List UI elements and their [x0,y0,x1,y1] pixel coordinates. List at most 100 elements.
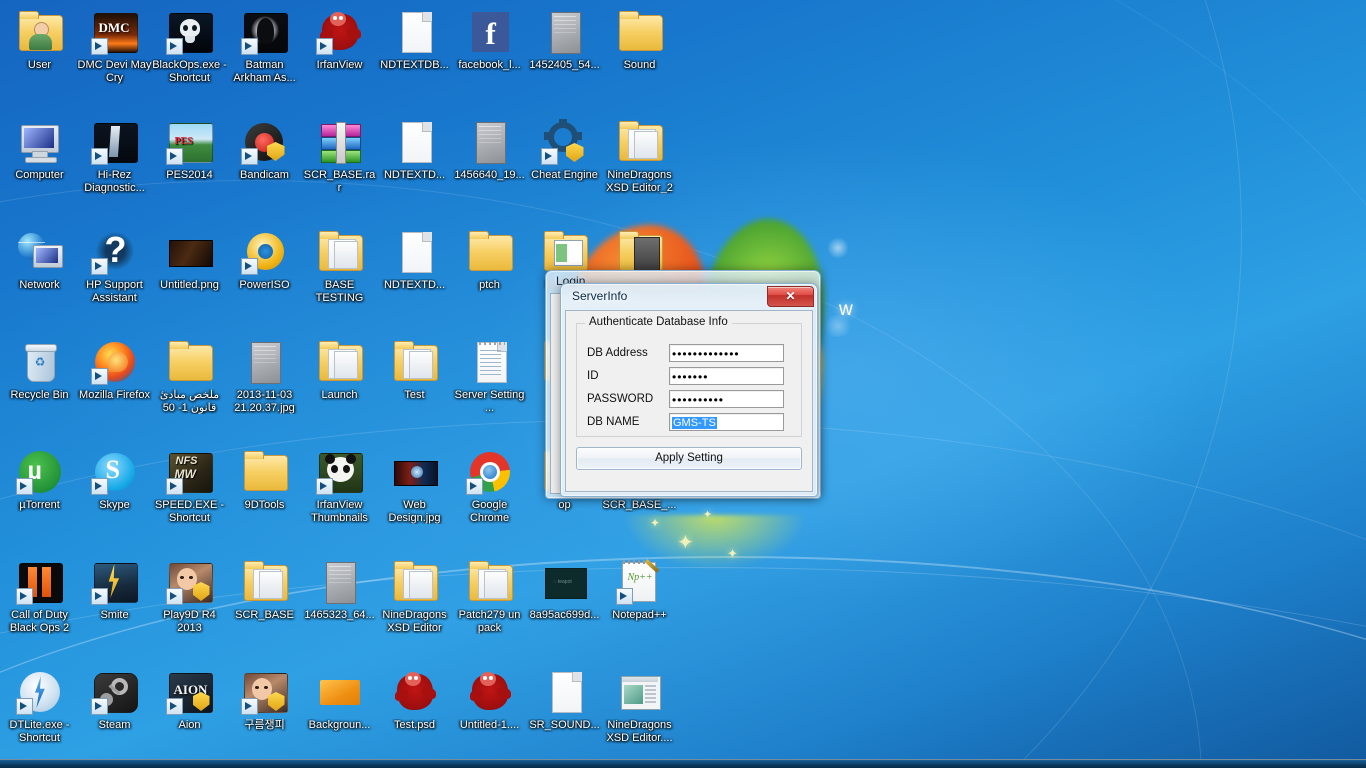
folder-open-icon [241,558,289,606]
desktop-icon[interactable]: PowerISO [227,228,302,292]
db-address-label: DB Address [587,347,648,359]
desktop-icon[interactable]: Untitled-1.... [452,668,527,732]
desktop-icon[interactable]: Cheat Engine [527,118,602,182]
desktop-icon[interactable]: Batman Arkham As... [227,8,302,84]
desktop-icon-label: Test [404,389,425,401]
desktop-icon[interactable]: Test [377,338,452,402]
desktop-icon[interactable]: 1452405_54... [527,8,602,72]
desktop-icon-label: Recycle Bin [10,389,69,401]
desktop-icon[interactable]: Steam [77,668,152,732]
desktop-icon[interactable]: Backgroun... [302,668,377,732]
close-icon[interactable]: ✕ [767,286,814,307]
desktop-icon[interactable]: 2013-11-03 21.20.37.jpg [227,338,302,414]
desktop-icon-label: BlackOps.exe - Shortcut [152,59,227,84]
desktop-icon[interactable]: ملخص مبادئ قانون 1- 50 [152,338,227,414]
desktop-icon[interactable]: Untitled.png [152,228,227,292]
desktop-icon[interactable]: Test.psd [377,668,452,732]
field-row-password: PASSWORD •••••••••• [577,390,801,411]
password-input[interactable]: •••••••••• [669,390,784,408]
desktop-icon[interactable]: Bandicam [227,118,302,182]
desktop-icon[interactable]: Play9D R4 2013 [152,558,227,634]
serverinfo-titlebar[interactable]: ServerInfo ✕ [561,284,817,310]
desktop-icon-label: BASE TESTING [315,279,364,304]
winrar-archive-icon [316,118,364,166]
desktop-icon[interactable]: BlackOps.exe - Shortcut [152,8,227,84]
desktop-icon[interactable]: BASE TESTING [302,228,377,304]
desktop-icon[interactable]: 1456640_19... [452,118,527,182]
folder-icon [466,228,514,276]
desktop-icon[interactable]: Web Design.jpg [377,448,452,524]
desktop-icon[interactable]: User [2,8,77,72]
desktop-icon[interactable]: DTLite.exe - Shortcut [2,668,77,744]
desktop-icon[interactable]: Network [2,228,77,292]
desktop-icon[interactable]: Server Setting ... [452,338,527,414]
hp-support-question-icon: ? [90,228,139,276]
desktop-icon[interactable]: NFS MW SPEED.EXE - Shortcut [152,448,227,524]
desktop-icon[interactable]: IrfanView [302,8,377,72]
shortcut-overlay-icon [90,148,108,165]
serverinfo-dialog[interactable]: ServerInfo ✕ Authenticate Database Info … [560,283,818,497]
authenticate-database-info-group: Authenticate Database Info DB Address ••… [576,316,802,437]
desktop-icon-label: SCR_BASE_... [602,499,677,511]
desktop-icon[interactable]: NDTEXTD... [377,228,452,292]
desktop-icon[interactable]: 구름쟁피 [227,668,302,732]
desktop-icon[interactable]: 9DTools [227,448,302,512]
desktop-icon[interactable]: Np++ Notepad++ [602,558,677,622]
desktop-icon[interactable]: ptch [452,228,527,292]
desktop-icon[interactable]: SCR_BASE [227,558,302,622]
desktop-icon[interactable]: NDTEXTD... [377,118,452,182]
desktop-icon[interactable]: Call of Duty Black Ops 2 [2,558,77,634]
desktop-icon[interactable]: SR_SOUND... [527,668,602,732]
field-row-db-name: DB NAME GMS-TS [577,413,801,434]
id-input[interactable]: ••••••• [669,367,784,385]
desktop-icon[interactable]: DMC DMC Devi May Cry [77,8,152,84]
desktop-icon-label: DMC Devi May Cry [77,59,152,84]
desktop-icon[interactable]: Smite [77,558,152,622]
db-address-input[interactable]: ••••••••••••• [669,344,784,362]
desktop-icon[interactable]: IrfanView Thumbnails [302,448,377,524]
desktop-icon[interactable]: Google Chrome [452,448,527,524]
steam-icon [90,668,139,716]
shortcut-overlay-icon [540,148,558,165]
desktop-icon[interactable]: NineDragons XSD Editor_2 [602,118,677,194]
utorrent-icon: µ [15,448,64,496]
desktop-icon[interactable]: AION Aion [152,668,227,732]
apply-setting-button[interactable]: Apply Setting [576,447,802,470]
serverinfo-title: ServerInfo [572,289,628,303]
desktop-icon-label: Patch279 un pack [458,609,521,634]
desktop-icon[interactable]: Mozilla Firefox [77,338,152,402]
desktop-icon[interactable]: NineDragons XSD Editor.... [602,668,677,744]
desktop-icon[interactable]: µ µTorrent [2,448,77,512]
aion-icon: AION [165,668,214,716]
desktop-icon[interactable]: Computer [2,118,77,182]
desktop-icon-label: NineDragons XSD Editor_2 [606,169,673,194]
desktop-icon[interactable]: SCR_BASE.rar [302,118,377,194]
desktop-icon-label: 2013-11-03 21.20.37.jpg [234,389,295,414]
desktop-icon[interactable]: 1465323_64... [302,558,377,622]
folder-open-icon [391,338,439,386]
desktop-icon[interactable]: PES PES2014 [152,118,227,182]
desktop-icon-label: Untitled.png [160,279,219,291]
desktop-icon[interactable]: ♻ Recycle Bin [2,338,77,402]
desktop-icon[interactable]: Launch [302,338,377,402]
taskbar[interactable] [0,759,1366,768]
id-label: ID [587,370,599,382]
desktop-icon[interactable]: Hi-Rez Diagnostic... [77,118,152,194]
desktop-icon[interactable]: ◌ teapot 8a95ac699d... [527,558,602,622]
desktop-icon[interactable]: NDTEXTDB... [377,8,452,72]
desktop-icon-label: Google Chrome [469,499,510,524]
desktop-icon[interactable]: ? HP Support Assistant [77,228,152,304]
shortcut-overlay-icon [240,698,258,715]
dark-thumbnail-icon: ◌ teapot [541,558,589,606]
desktop-icon[interactable]: f facebook_l... [452,8,527,72]
orange-thumbnail-icon [316,668,364,716]
desktop-icon[interactable]: Patch279 un pack [452,558,527,634]
password-label: PASSWORD [587,393,654,405]
desktop-icon[interactable]: NineDragons XSD Editor [377,558,452,634]
desktop-icon-label: ملخص مبادئ قانون 1- 50 [159,389,220,414]
desktop-icon[interactable]: S Skype [77,448,152,512]
desktop-icon[interactable]: Sound [602,8,677,72]
play9d-icon [240,668,289,716]
db-name-input[interactable]: GMS-TS [669,413,784,431]
desktop-background[interactable]: ✦ ✦ ✦ ✦ w User DMC DMC Devi May Cry BlackOp… [0,0,1366,768]
